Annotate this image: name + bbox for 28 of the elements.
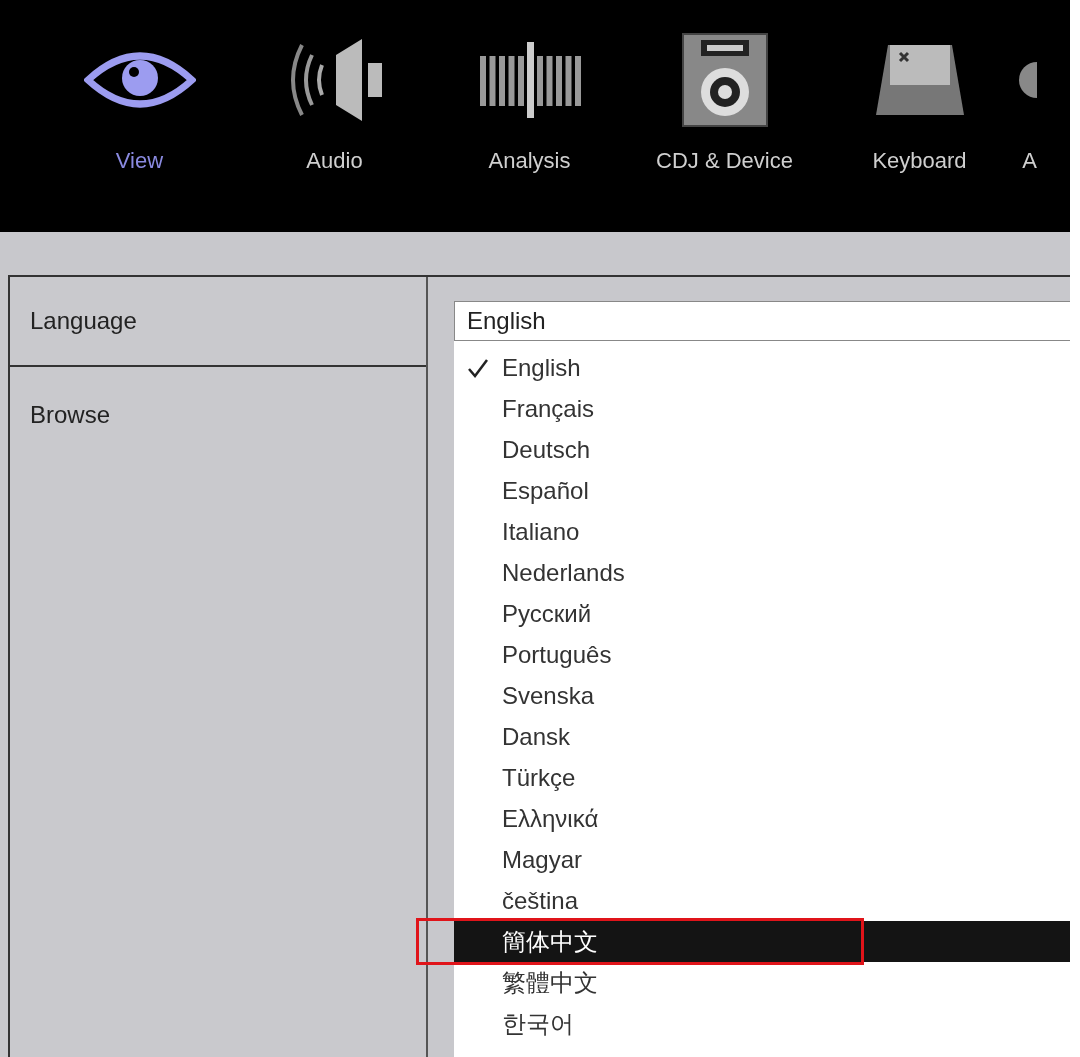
language-option[interactable]: Magyar xyxy=(454,839,1070,880)
language-option[interactable]: Français xyxy=(454,388,1070,429)
language-option[interactable]: Türkçe xyxy=(454,757,1070,798)
toolbar-tab[interactable]: A xyxy=(1017,32,1037,177)
language-option[interactable]: 簡体中文 xyxy=(454,921,1070,962)
language-option[interactable]: English xyxy=(454,347,1070,388)
toolbar-tab[interactable]: Analysis xyxy=(432,32,627,177)
language-option[interactable]: Ελληνικά xyxy=(454,798,1070,839)
setting-label: Language xyxy=(30,306,137,336)
waveform-bars-icon xyxy=(477,40,582,120)
language-option[interactable]: Italiano xyxy=(454,511,1070,552)
language-option[interactable]: 繁體中文 xyxy=(454,962,1070,1003)
language-option[interactable]: Русский xyxy=(454,593,1070,634)
language-option[interactable]: Dansk xyxy=(454,716,1070,757)
toolbar-tab[interactable]: Audio xyxy=(237,32,432,177)
toolbar-tab[interactable]: Keyboard xyxy=(822,32,1017,177)
language-option[interactable]: Deutsch xyxy=(454,429,1070,470)
language-option[interactable]: Português xyxy=(454,634,1070,675)
setting-label: Browse xyxy=(30,401,111,428)
language-option[interactable]: Nederlands xyxy=(454,552,1070,593)
speaker-box-icon xyxy=(680,32,769,128)
language-option[interactable]: 한국어 xyxy=(454,1003,1070,1044)
language-option[interactable]: Español xyxy=(454,470,1070,511)
language-select[interactable]: English xyxy=(454,301,1070,341)
toolbar-tab[interactable]: View xyxy=(42,32,237,177)
language-option[interactable]: Svenska xyxy=(454,675,1070,716)
language-option[interactable]: čeština xyxy=(454,880,1070,921)
toolbar-tab[interactable]: CDJ & Device xyxy=(627,32,822,177)
